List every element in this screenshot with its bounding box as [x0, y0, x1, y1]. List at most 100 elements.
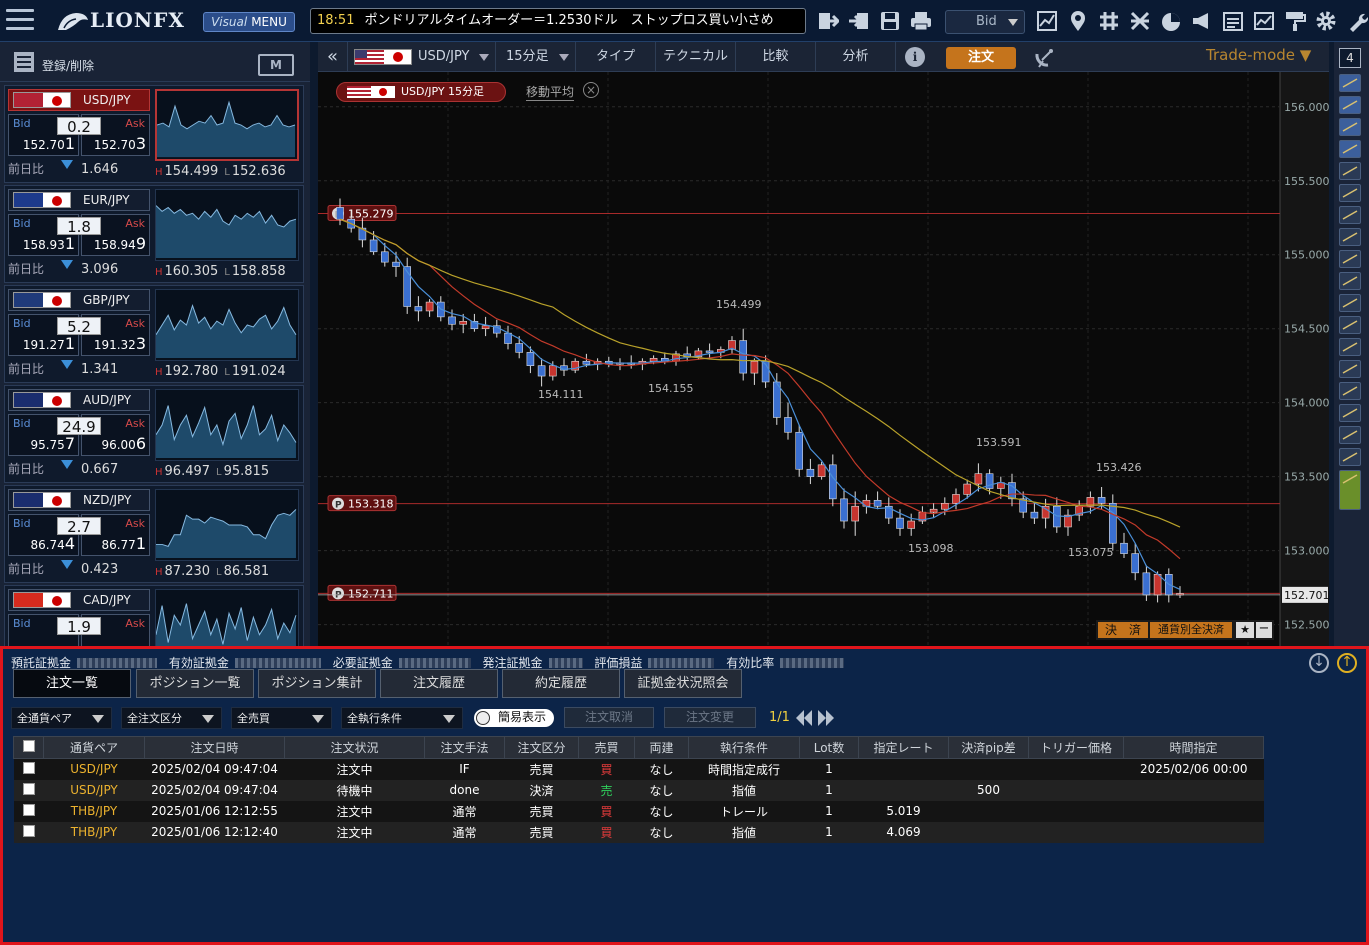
collapse-left-icon[interactable]: « [318, 42, 348, 72]
col-order-date[interactable]: 注文日時 [144, 736, 285, 759]
currency-pair-card[interactable]: GBP/JPY Bid 191.271 Ask 191.323 5.2 前日比 1.341 H 1… [4, 285, 304, 383]
table-row[interactable]: USD/JPY 2025/02/04 09:47:04 注文中 IF 売買買なし 時間指定… [13, 758, 1264, 780]
table-row[interactable]: THB/JPY 2025/01/06 12:12:55 注文中 通常 売買買なし トレール… [13, 800, 1264, 822]
type-button[interactable]: タイプ [576, 42, 656, 72]
row-checkbox-cell[interactable] [13, 758, 44, 780]
settle-all-button[interactable]: 通貨別全決済 [1150, 622, 1232, 638]
col-pip-diff[interactable]: 決済pip差 [948, 736, 1029, 759]
paint-roller-icon[interactable] [1284, 10, 1306, 32]
select-all-header[interactable] [13, 736, 44, 759]
row-checkbox[interactable] [22, 782, 35, 795]
hand-icon[interactable] [1339, 272, 1361, 290]
currency-pair-card[interactable]: EUR/JPY Bid 158.931 Ask 158.949 1.8 前日比 3.096 H 1… [4, 185, 304, 283]
tab-position-list[interactable]: ポジション一覧 [136, 669, 254, 698]
simple-view-toggle[interactable]: 簡易表示 [474, 709, 554, 727]
news-ticker[interactable]: 18:51 ポンドリアルタイムオーダー＝1.2530ドル ストップロス買い小さめ [310, 8, 806, 34]
order-type-filter-select[interactable]: 全注文区分 [121, 707, 222, 729]
table-row[interactable]: THB/JPY 2025/01/06 12:12:40 注文中 通常 売買買なし 指値 1 4… [13, 821, 1264, 843]
price-chart[interactable]: 156.000 155.500 155.000 154.500 154.000 153.5… [318, 72, 1329, 646]
tab-execution-history[interactable]: 約定履歴 [502, 669, 620, 698]
candlestick-chart[interactable]: 156.000 155.500 155.000 154.500 154.000 153.5… [318, 72, 1329, 646]
next-page-icon[interactable] [817, 708, 835, 728]
pair-header[interactable]: GBP/JPY [8, 289, 150, 311]
table-row[interactable]: USD/JPY 2025/02/04 09:47:04 待機中 done 決済売なし 指値… [13, 779, 1264, 801]
col-order-method[interactable]: 注文手法 [424, 736, 505, 759]
col-order-status[interactable]: 注文状況 [284, 736, 425, 759]
currency-pair-card[interactable]: AUD/JPY Bid 95.757 Ask 96.006 24.9 前日比 0.667 H 96… [4, 385, 304, 483]
legend-ma-label[interactable]: 移動平均 [526, 83, 575, 101]
trash-icon[interactable] [1339, 448, 1361, 466]
scroll-down-icon[interactable]: ↓ [1309, 653, 1329, 673]
settle-button[interactable]: 決 済 [1098, 622, 1148, 638]
trade-mode-select[interactable]: Trade-mode ▼ [1206, 46, 1311, 64]
tab-order-list[interactable]: 注文一覧 [13, 669, 131, 698]
col-trigger[interactable]: トリガー価格 [1028, 736, 1124, 759]
calendar-icon[interactable] [1222, 10, 1244, 32]
trendline-icon[interactable] [1339, 184, 1361, 202]
col-hedge[interactable]: 両建 [634, 736, 689, 759]
sparkline-chart[interactable] [155, 589, 299, 646]
scale-icon[interactable] [1129, 10, 1151, 32]
cursor-icon[interactable] [1339, 162, 1361, 180]
visual-menu-button[interactable]: Visual MENU [203, 12, 295, 32]
bell-icon[interactable] [1339, 96, 1361, 114]
side-filter-select[interactable]: 全売買 [231, 707, 332, 729]
chart-legend-pair[interactable]: USD/JPY 15分足 [336, 82, 506, 102]
settings-panel-icon[interactable] [1339, 470, 1361, 510]
row-checkbox-cell[interactable] [13, 821, 44, 843]
sparkline-chart[interactable] [155, 89, 299, 161]
zigzag-icon[interactable] [1339, 316, 1361, 334]
sparkline-chart[interactable] [155, 189, 299, 261]
pair-filter-select[interactable]: 全通貨ペア [11, 707, 112, 729]
calendar-10-icon[interactable] [1339, 382, 1361, 400]
pie-icon[interactable] [1160, 10, 1182, 32]
col-lots[interactable]: Lot数 [799, 736, 859, 759]
sparkline-chart[interactable] [155, 289, 299, 361]
analysis-icon[interactable] [1253, 10, 1275, 32]
pair-header[interactable]: NZD/JPY [8, 489, 150, 511]
select-all-checkbox[interactable] [22, 740, 35, 752]
sparkline-chart[interactable] [155, 489, 299, 561]
price-type-select[interactable]: Bid [945, 10, 1025, 34]
logout-icon[interactable] [817, 10, 839, 32]
currency-pair-card[interactable]: CAD/JPYBidAsk1.9前日比HL [4, 585, 304, 646]
prev-page-icon[interactable] [795, 708, 813, 728]
message-icon[interactable] [1339, 74, 1361, 92]
fib-icon[interactable] [1339, 338, 1361, 356]
row-checkbox-cell[interactable] [13, 800, 44, 822]
row-checkbox[interactable] [22, 824, 35, 837]
sparkline-chart[interactable] [155, 389, 299, 461]
col-rate[interactable]: 指定レート [858, 736, 949, 759]
tab-order-history[interactable]: 注文履歴 [380, 669, 498, 698]
megaphone-icon[interactable] [1191, 10, 1213, 32]
tab-position-summary[interactable]: ポジション集計 [258, 669, 376, 698]
save-icon[interactable] [879, 10, 901, 32]
satellite-dish-icon[interactable] [1034, 46, 1056, 68]
map-pin-icon[interactable] [1067, 10, 1089, 32]
login-icon[interactable] [848, 10, 870, 32]
print-icon[interactable] [910, 10, 932, 32]
hamburger-menu-icon[interactable] [6, 9, 34, 31]
row-checkbox-cell[interactable] [13, 779, 44, 801]
vline-icon[interactable] [1339, 250, 1361, 268]
col-condition[interactable]: 執行条件 [688, 736, 800, 759]
technical-button[interactable]: テクニカル [656, 42, 736, 72]
m-button[interactable]: M [258, 54, 294, 76]
chart-icon[interactable] [1036, 10, 1058, 32]
minimize-icon[interactable]: − [1256, 622, 1272, 638]
pair-header[interactable]: USD/JPY [8, 89, 150, 111]
col-side[interactable]: 売買 [578, 736, 635, 759]
star-icon[interactable]: ★ [1236, 622, 1254, 638]
chart-pair-select[interactable]: USD/JPY [348, 42, 496, 72]
grid-icon[interactable] [1098, 10, 1120, 32]
interval-select[interactable]: 15分足 [496, 42, 576, 72]
channel-icon[interactable] [1339, 360, 1361, 378]
list-edit-icon[interactable] [12, 50, 36, 74]
pair-header[interactable]: EUR/JPY [8, 189, 150, 211]
gear-icon[interactable] [1315, 10, 1337, 32]
cancel-order-button[interactable]: 注文取消 [564, 707, 654, 728]
col-time[interactable]: 時間指定 [1123, 736, 1264, 759]
info-icon[interactable]: i [905, 47, 925, 67]
wave-icon[interactable] [1339, 140, 1361, 158]
change-order-button[interactable]: 注文変更 [664, 707, 756, 728]
